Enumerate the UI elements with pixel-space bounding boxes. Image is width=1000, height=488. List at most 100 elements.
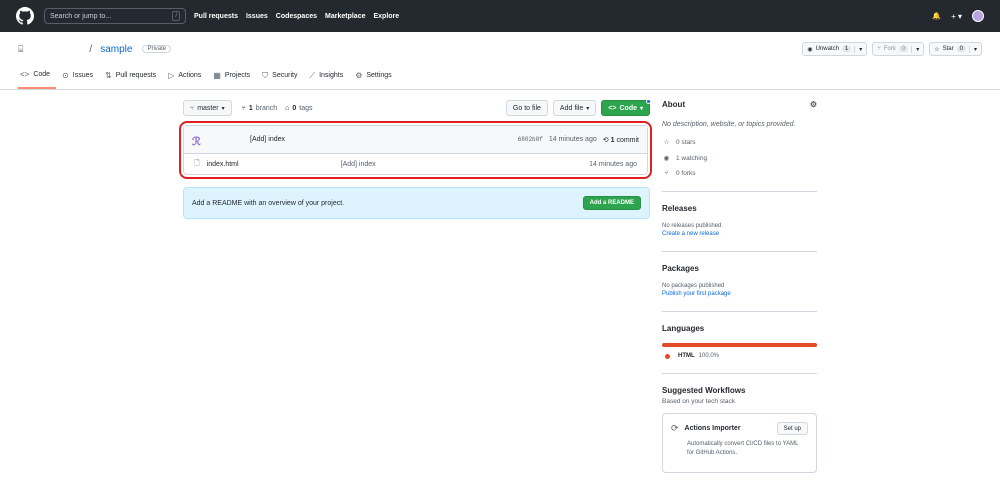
avatar[interactable]: ℛ — [192, 135, 204, 148]
star-icon: ☆ — [663, 139, 670, 146]
slash-shortcut-badge: / — [172, 11, 180, 21]
tab-pull-requests[interactable]: ⇅ Pull requests — [103, 70, 162, 89]
tag-icon: ⌂ — [285, 104, 290, 112]
repo-name-link[interactable]: sample — [100, 44, 132, 55]
file-browser: ℛ [Add] index 6802b0f 14 minutes ago ⟲ 1… — [179, 121, 652, 179]
publish-package-link[interactable]: Publish your first package — [662, 291, 817, 297]
star-icon: ☆ — [934, 46, 940, 53]
commit-meta: 6802b0f 14 minutes ago ⟲ 1 commit — [518, 136, 639, 144]
chevron-down-icon[interactable]: ▾ — [911, 45, 919, 53]
file-name-link[interactable]: index.html — [207, 161, 341, 168]
gear-icon[interactable]: ⚙ — [810, 100, 817, 109]
sync-icon: ⟳ — [671, 423, 679, 433]
github-logo-icon[interactable] — [16, 7, 34, 25]
workflow-card-header: ⟳ Actions Importer Set up — [671, 422, 808, 435]
watching-link[interactable]: ◉ 1 watching — [662, 154, 817, 163]
add-file-button[interactable]: Add file ▾ — [552, 100, 597, 116]
create-release-link[interactable]: Create a new release — [662, 231, 817, 237]
watch-count: 1 — [841, 46, 852, 52]
create-new-dropdown[interactable]: + ▾ — [951, 12, 962, 21]
main-content: ⑂ master ▾ ⑂ 1 branch ⌂ 0 tags Go to fil… — [179, 99, 652, 219]
packages-heading[interactable]: Packages — [662, 264, 817, 273]
play-icon: ▷ — [168, 71, 175, 80]
language-item[interactable]: HTML 100.0% — [662, 353, 817, 359]
repo-path-separator: / — [89, 43, 93, 55]
releases-heading[interactable]: Releases — [662, 204, 817, 213]
set-up-button[interactable]: Set up — [776, 422, 808, 435]
commit-message[interactable]: [Add] index — [250, 136, 285, 143]
tab-security[interactable]: ⛉ Security — [260, 70, 303, 89]
forks-link[interactable]: ⑂ 0 forks — [662, 170, 817, 177]
file-commit-message[interactable]: [Add] index — [341, 161, 376, 168]
commit-count: 1 — [610, 136, 615, 144]
divider — [662, 311, 817, 312]
fork-icon: ⑂ — [877, 46, 881, 52]
tab-label: Security — [272, 72, 298, 79]
stars-link[interactable]: ☆ 0 stars — [662, 138, 817, 147]
tab-label: Insights — [319, 72, 344, 79]
branch-word: branch — [255, 104, 278, 112]
search-input[interactable]: Search or jump to... / — [44, 8, 186, 24]
star-label: Star — [942, 46, 954, 52]
search-placeholder: Search or jump to... — [50, 12, 112, 20]
readme-text: Add a README with an overview of your pr… — [192, 199, 345, 207]
divider — [662, 251, 817, 252]
commits-link[interactable]: ⟲ 1 commit — [603, 136, 639, 144]
packages-text: No packages published — [662, 283, 725, 289]
nav-explore[interactable]: Explore — [373, 13, 399, 20]
fork-icon: ⑂ — [664, 170, 669, 177]
chevron-down-icon: ▾ — [639, 105, 643, 112]
chevron-down-icon: ▾ — [221, 105, 225, 112]
fork-button[interactable]: ⑂ Fork 0 ▾ — [872, 42, 925, 56]
star-button[interactable]: ☆ Star 0 ▾ — [929, 42, 982, 56]
divider — [662, 373, 817, 374]
nav-marketplace[interactable]: Marketplace — [325, 13, 365, 20]
gear-icon: ⚙ — [355, 71, 363, 80]
nav-codespaces[interactable]: Codespaces — [276, 13, 317, 20]
issue-icon: ⊙ — [62, 71, 69, 80]
workflow-title: Actions Importer — [684, 425, 741, 432]
code-icon: <> — [20, 70, 30, 79]
go-to-file-button[interactable]: Go to file — [505, 100, 548, 116]
fork-count: 0 — [898, 46, 909, 52]
stars-text: 0 stars — [676, 138, 696, 146]
commit-time: 14 minutes ago — [548, 136, 597, 143]
code-icon: <> — [608, 104, 617, 112]
star-count: 0 — [956, 46, 966, 52]
avatar[interactable] — [972, 10, 984, 22]
notification-bell-icon[interactable]: 🔔 — [932, 12, 941, 20]
branches-link[interactable]: ⑂ 1 branch — [242, 105, 278, 112]
notification-dot — [646, 99, 651, 104]
workflow-card: ⟳ Actions Importer Set up Automatically … — [662, 413, 817, 473]
about-description: No description, website, or topics provi… — [662, 121, 796, 128]
branch-selector[interactable]: ⑂ master ▾ — [183, 100, 232, 116]
tab-projects[interactable]: ▦ Projects — [211, 70, 256, 89]
add-readme-button[interactable]: Add a README — [582, 196, 641, 210]
file-toolbar: ⑂ master ▾ ⑂ 1 branch ⌂ 0 tags Go to fil… — [183, 99, 651, 116]
language-name: HTML — [678, 353, 695, 359]
tag-count: 0 — [292, 104, 297, 112]
tab-issues[interactable]: ⊙ Issues — [60, 70, 99, 89]
workflows-subtitle: Based on your tech stack — [662, 398, 735, 405]
chevron-down-icon[interactable]: ▾ — [968, 45, 977, 53]
workflow-description-line: for GitHub Actions. — [687, 450, 738, 456]
tab-actions[interactable]: ▷ Actions — [166, 70, 207, 89]
tab-label: Actions — [178, 72, 202, 79]
nav-pull-requests[interactable]: Pull requests — [194, 13, 238, 20]
tab-label: Projects — [224, 72, 251, 79]
language-percent: 100.0% — [698, 353, 720, 359]
repo-tabs: <> Code ⊙ Issues ⇅ Pull requests ▷ Actions ▦… — [18, 70, 402, 89]
code-button[interactable]: <> Code ▾ — [601, 99, 651, 116]
tags-link[interactable]: ⌂ 0 tags — [285, 105, 312, 112]
commit-sha[interactable]: 6802b0f — [518, 136, 543, 143]
chevron-down-icon[interactable]: ▾ — [854, 45, 862, 53]
unwatch-button[interactable]: ◉ Unwatch 1 ▾ — [802, 42, 868, 56]
nav-issues[interactable]: Issues — [246, 13, 268, 20]
set-up-label: Set up — [783, 425, 801, 432]
tab-code[interactable]: <> Code — [18, 70, 57, 89]
readme-banner: Add a README with an overview of your pr… — [183, 187, 650, 219]
about-heading: About ⚙ — [662, 100, 817, 109]
tab-insights[interactable]: ⟋ Insights — [307, 70, 349, 89]
tab-settings[interactable]: ⚙ Settings — [353, 70, 397, 89]
branch-icon: ⑂ — [190, 104, 195, 112]
